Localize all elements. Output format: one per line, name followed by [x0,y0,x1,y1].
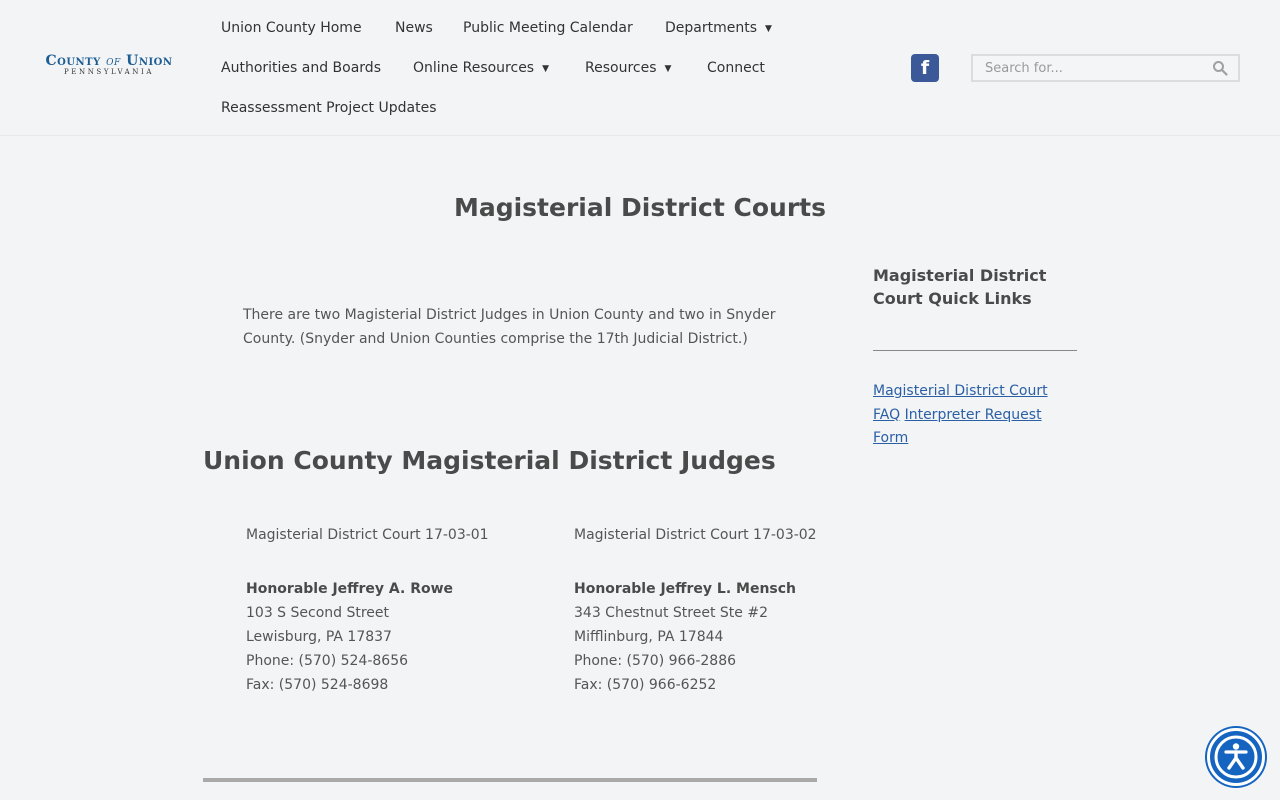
caret-down-icon: ▼ [664,64,672,74]
nav-resources-label: Resources [585,60,657,76]
court-phone: Phone: (570) 966-2886 [574,653,737,669]
search-icon[interactable] [1212,60,1228,76]
court-name: Magisterial District Court 17-03-01 [246,527,489,543]
logo-wordmark: County of Union [39,53,179,69]
nav-online-resources[interactable]: Online Resources ▼ [413,59,549,78]
nav-departments-label: Departments [665,20,758,36]
caret-down-icon: ▼ [542,64,550,74]
caret-down-icon: ▼ [765,24,772,34]
sidebar-title: Magisterial District Court Quick Links [873,266,1047,308]
logo-subtitle: PENNSYLVANIA [63,68,155,76]
judge-name: Honorable Jeffrey L. Mensch [574,581,797,597]
facebook-glyph: f [920,57,930,79]
nav-online-resources-label: Online Resources [413,60,535,76]
nav-authorities-and-boards[interactable]: Authorities and Boards [221,59,381,77]
court-street: 343 Chestnut Street Ste #2 [574,605,768,621]
nav-reassessment-project-updates[interactable]: Reassessment Project Updates [221,99,437,117]
search-box [971,54,1240,82]
site-header: County of Union PENNSYLVANIA Union Count… [0,0,1280,136]
section-divider [203,778,817,782]
intro-paragraph: There are two Magisterial District Judge… [243,307,776,347]
court-street: 103 S Second Street [246,605,390,621]
facebook-icon[interactable]: f [911,54,939,82]
judge-name: Honorable Jeffrey A. Rowe [246,581,454,597]
nav-union-county-home[interactable]: Union County Home [221,19,362,37]
logo-word-of: of [106,54,121,69]
county-logo[interactable]: County of Union PENNSYLVANIA [39,53,179,83]
nav-public-meeting-calendar[interactable]: Public Meeting Calendar [463,19,633,37]
nav-departments[interactable]: Departments ▼ [665,19,772,38]
logo-word-union: Union [126,53,173,69]
court-card: Magisterial District Court 17-03-01 Hono… [246,523,546,697]
court-phone: Phone: (570) 524-8656 [246,653,409,669]
nav-news[interactable]: News [395,19,433,37]
page-title: Magisterial District Courts [453,193,827,222]
sidebar-divider [873,350,1077,351]
quick-links: Magisterial District Court FAQ Interpret… [873,380,1073,451]
court-card: Magisterial District Court 17-03-02 Hono… [574,523,874,697]
court-name: Magisterial District Court 17-03-02 [574,527,817,543]
nav-connect[interactable]: Connect [707,59,765,77]
court-city: Mifflinburg, PA 17844 [574,629,724,645]
accessibility-icon[interactable] [1207,728,1265,786]
logo-word-county: County [45,53,101,69]
nav-resources[interactable]: Resources ▼ [585,59,671,78]
court-city: Lewisburg, PA 17837 [246,629,392,645]
search-input[interactable] [973,56,1203,80]
accessibility-figure-icon [1214,735,1258,779]
section-title: Union County Magisterial District Judges [203,446,776,475]
court-fax: Fax: (570) 966-6252 [574,677,717,693]
court-fax: Fax: (570) 524-8698 [246,677,389,693]
